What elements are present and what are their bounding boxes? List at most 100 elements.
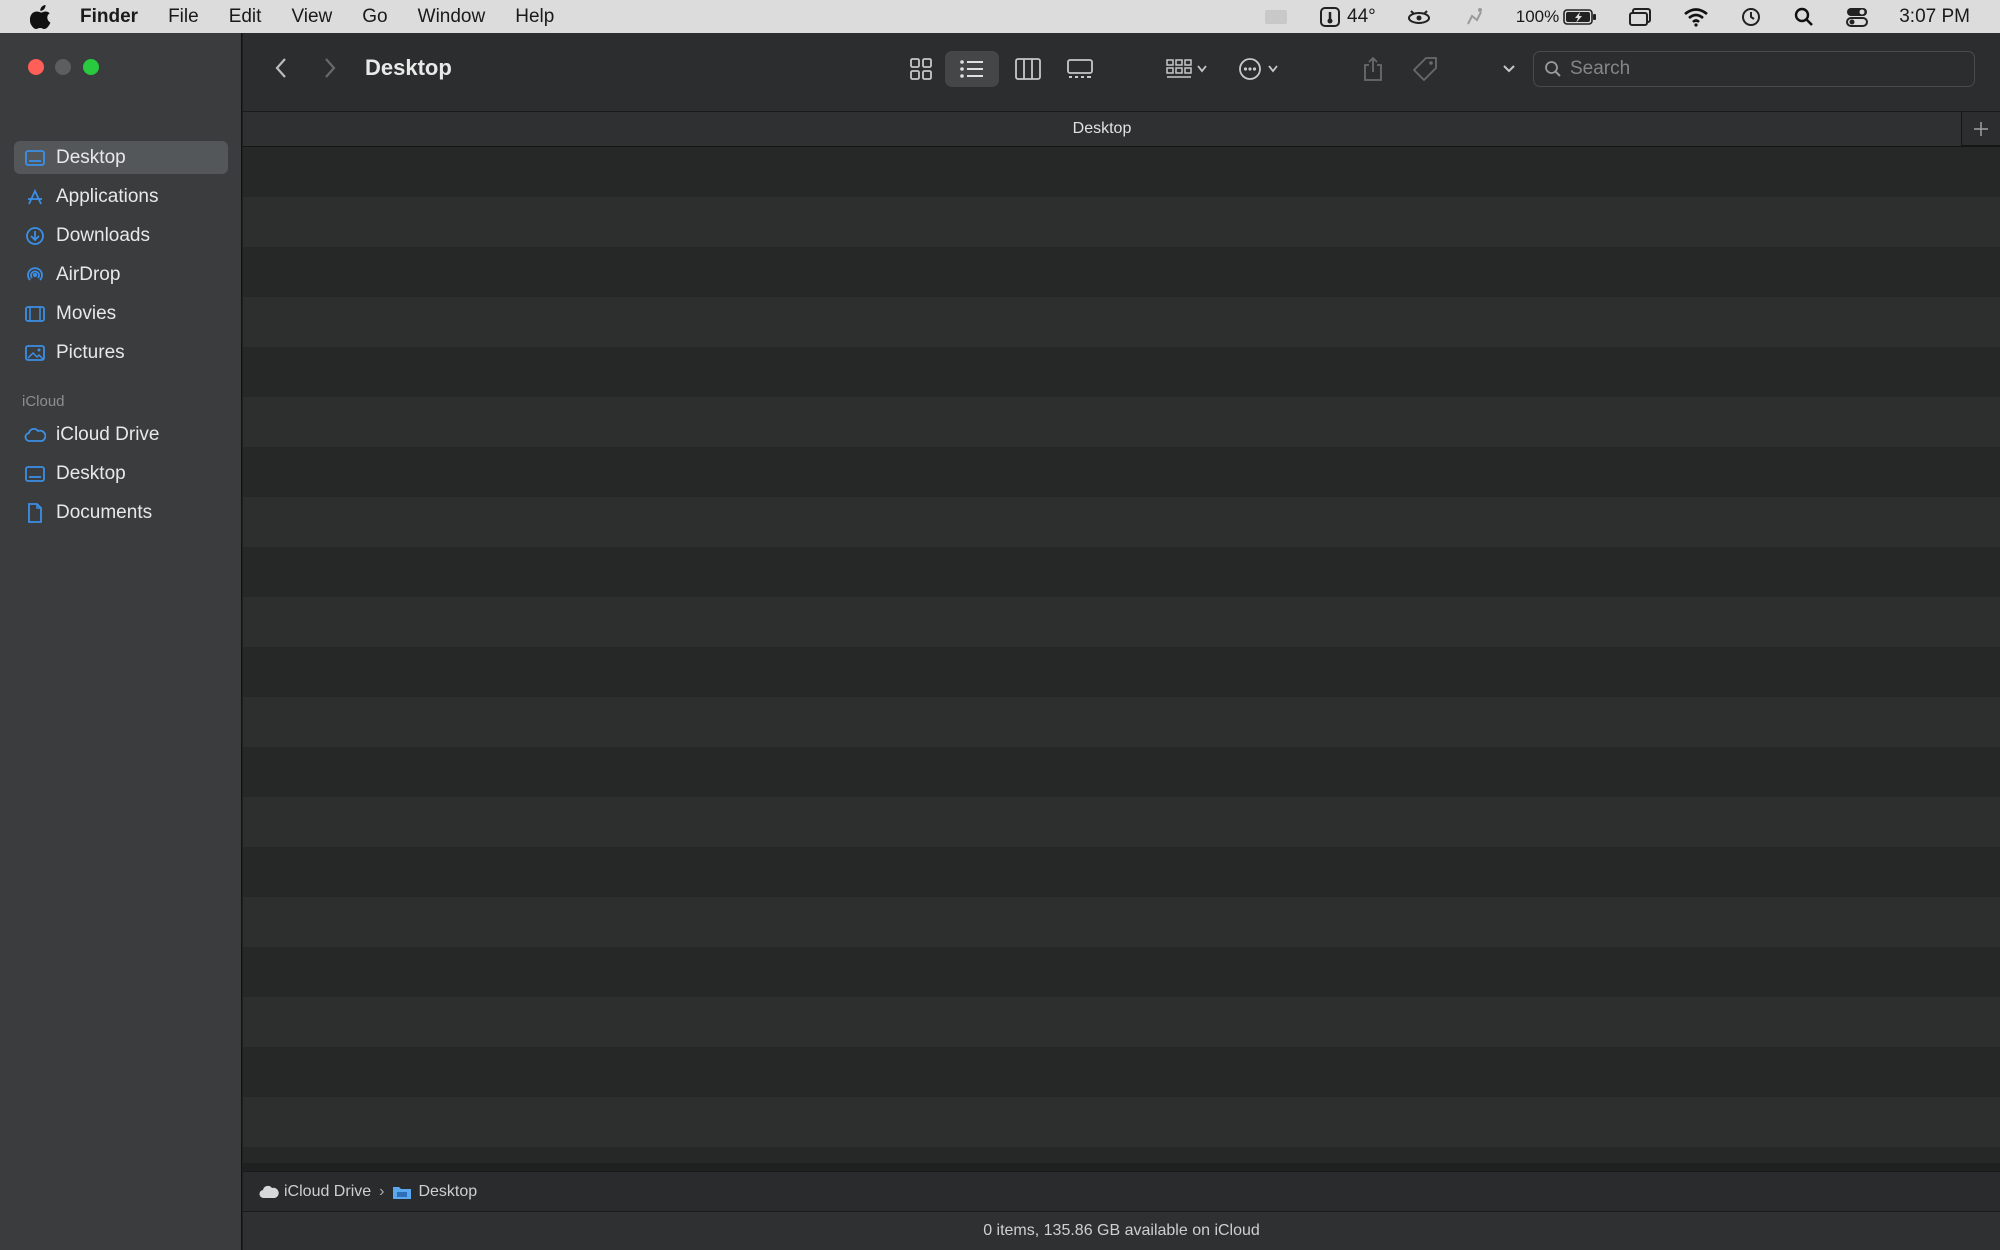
search-field[interactable] [1533,51,1975,87]
list-view-button[interactable] [945,51,999,87]
empty-row [243,397,2000,447]
sidebar-item-pictures[interactable]: Pictures [14,336,228,369]
sidebar-item-label: AirDrop [56,263,121,285]
sidebar-item-label: Documents [56,501,153,523]
empty-row [243,597,2000,647]
empty-row [243,797,2000,847]
sidebar-item-label: Pictures [56,341,125,363]
main-content: Desktop Search Desktop iCloud Drive › De… [243,33,2000,1250]
menu-bar: Finder File Edit View Go Window Help 44°… [0,0,2000,33]
apple-logo-icon[interactable] [26,2,56,32]
sidebar-item-airdrop[interactable]: AirDrop [14,258,228,291]
tag-icon [1413,57,1437,81]
control-center-icon[interactable] [1845,6,1869,28]
menu-clock[interactable]: 3:07 PM [1899,6,1970,28]
plus-icon [1974,122,1988,136]
menu-finder[interactable]: Finder [80,6,138,28]
spotlight-search-icon[interactable] [1793,6,1815,28]
blank-status-icon[interactable] [1263,7,1289,27]
temperature-value: 44° [1347,5,1376,27]
sidebar-section-icloud: iCloud [22,393,65,410]
sidebar-item-icloud-drive[interactable]: iCloud Drive [14,418,228,451]
battery-status[interactable]: 100% [1516,7,1597,27]
share-icon [1364,56,1382,81]
sidebar-item-movies[interactable]: Movies [14,297,228,330]
cloud-icon [24,424,46,446]
tab-desktop[interactable]: Desktop [243,112,1961,146]
column-view-button[interactable] [1005,51,1051,87]
search-input[interactable] [1570,58,1950,80]
sidebar-item-documents[interactable]: Documents [14,496,228,529]
tab-bar: Desktop [243,111,2000,147]
thermometer-icon [1320,6,1341,27]
chevron-down-icon [1197,65,1207,73]
path-item-desktop[interactable]: Desktop [392,1183,477,1201]
chevron-down-icon [1268,65,1278,73]
group-by-button[interactable] [1161,51,1213,87]
empty-row [243,447,2000,497]
sidebar-item-label: Desktop [56,462,126,484]
sidebar-item-label: Desktop [56,146,126,168]
empty-row [243,697,2000,747]
empty-row [243,997,2000,1047]
run-status-icon[interactable] [1462,6,1486,28]
tag-button[interactable] [1405,51,1445,87]
toolbar: Desktop [243,33,2000,111]
eye-status-icon[interactable] [1406,7,1432,27]
menu-view[interactable]: View [291,6,332,28]
empty-row [243,897,2000,947]
downloads-icon [24,225,46,247]
path-item-label: iCloud Drive [284,1182,372,1200]
menu-help[interactable]: Help [515,6,554,28]
grid-icon [910,58,932,80]
new-tab-button[interactable] [1961,112,2000,146]
menu-go[interactable]: Go [362,6,387,28]
menu-edit[interactable]: Edit [229,6,262,28]
sidebar-item-applications[interactable]: Applications [14,180,228,213]
empty-row [243,1147,2000,1163]
sidebar-item-downloads[interactable]: Downloads [14,219,228,252]
battery-percent: 100% [1515,6,1560,26]
share-button[interactable] [1353,51,1393,87]
empty-row [243,947,2000,997]
time-machine-icon[interactable] [1739,6,1763,28]
empty-row [243,1097,2000,1147]
window-title: Desktop [365,55,452,80]
movies-icon [24,303,46,325]
toolbar-overflow-button[interactable] [1495,51,1523,87]
menu-file[interactable]: File [168,6,199,28]
folder-icon [393,1186,412,1199]
temperature-status[interactable]: 44° [1319,6,1376,28]
battery-charging-icon [1563,8,1597,25]
menu-window[interactable]: Window [418,6,486,28]
sidebar-item-label: Movies [56,302,117,324]
path-item-label: Desktop [418,1182,478,1200]
gallery-view-button[interactable] [1057,51,1103,87]
minimize-window-button[interactable] [55,59,71,75]
forward-button[interactable] [315,53,345,83]
more-actions-button[interactable] [1232,51,1284,87]
cloud-icon [259,1185,279,1198]
empty-row [243,747,2000,797]
sidebar-item-label: Applications [56,185,159,207]
group-icon [1166,59,1192,78]
icon-view-button[interactable] [898,51,944,87]
screen-mirror-icon[interactable] [1627,6,1653,28]
chevron-right-icon [325,58,336,78]
path-separator: › [379,1182,385,1200]
sidebar-item-icloud-desktop[interactable]: Desktop [14,457,228,490]
zoom-window-button[interactable] [83,59,99,75]
ellipsis-circle-icon [1239,58,1261,80]
path-item-icloud-drive[interactable]: iCloud Drive [259,1183,371,1201]
back-button[interactable] [266,53,296,83]
search-icon [1545,61,1561,77]
finder-window: Desktop Applications Downloads AirDrop M… [0,33,2000,1250]
wifi-icon[interactable] [1683,7,1709,27]
empty-row [243,297,2000,347]
empty-row [243,847,2000,897]
airdrop-icon [24,264,46,286]
sidebar-item-desktop[interactable]: Desktop [14,141,228,174]
file-list[interactable] [243,147,2000,1163]
close-window-button[interactable] [28,59,44,75]
empty-row [243,547,2000,597]
